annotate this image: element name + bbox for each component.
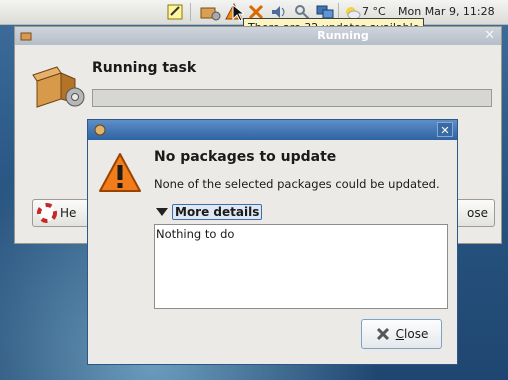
- window-icon: [20, 32, 32, 41]
- temperature-label[interactable]: 7 °C: [362, 5, 386, 18]
- panel-separator: [190, 3, 191, 21]
- more-details-expander[interactable]: More details: [156, 204, 263, 220]
- task-title: Running task: [92, 60, 197, 76]
- window-title: Running: [317, 29, 369, 42]
- no-packages-dialog: ✕ No packages to update None of the sele…: [87, 119, 458, 365]
- expander-label: More details: [172, 204, 263, 220]
- close-icon[interactable]: ✕: [484, 27, 495, 45]
- close-x-icon: [376, 327, 389, 341]
- dialog-close-icon[interactable]: ✕: [437, 122, 453, 137]
- notes-icon[interactable]: [166, 3, 184, 21]
- help-lifebuoy-icon: [37, 203, 57, 223]
- mouse-pointer-icon: [232, 4, 244, 22]
- clock[interactable]: Mon Mar 9, 11:28: [398, 5, 495, 18]
- details-textarea[interactable]: Nothing to do: [154, 224, 448, 309]
- dialog-close-button[interactable]: Close: [361, 319, 442, 349]
- task-progress-bar: [92, 89, 492, 107]
- window-titlebar[interactable]: Running ✕: [15, 27, 501, 45]
- dialog-window-icon: [94, 124, 106, 136]
- dialog-close-label: Close: [395, 327, 429, 341]
- help-button[interactable]: He: [32, 199, 90, 227]
- dialog-titlebar[interactable]: ✕: [88, 120, 457, 140]
- dialog-heading: No packages to update: [154, 149, 337, 165]
- help-button-label: He: [60, 206, 77, 220]
- package-icon: [32, 66, 85, 108]
- dialog-message: None of the selected packages could be u…: [154, 177, 440, 191]
- warning-icon: [99, 153, 141, 192]
- package-updater-icon[interactable]: [200, 3, 222, 21]
- expander-arrow-icon: [156, 208, 168, 216]
- close-button-label: ose: [467, 206, 488, 220]
